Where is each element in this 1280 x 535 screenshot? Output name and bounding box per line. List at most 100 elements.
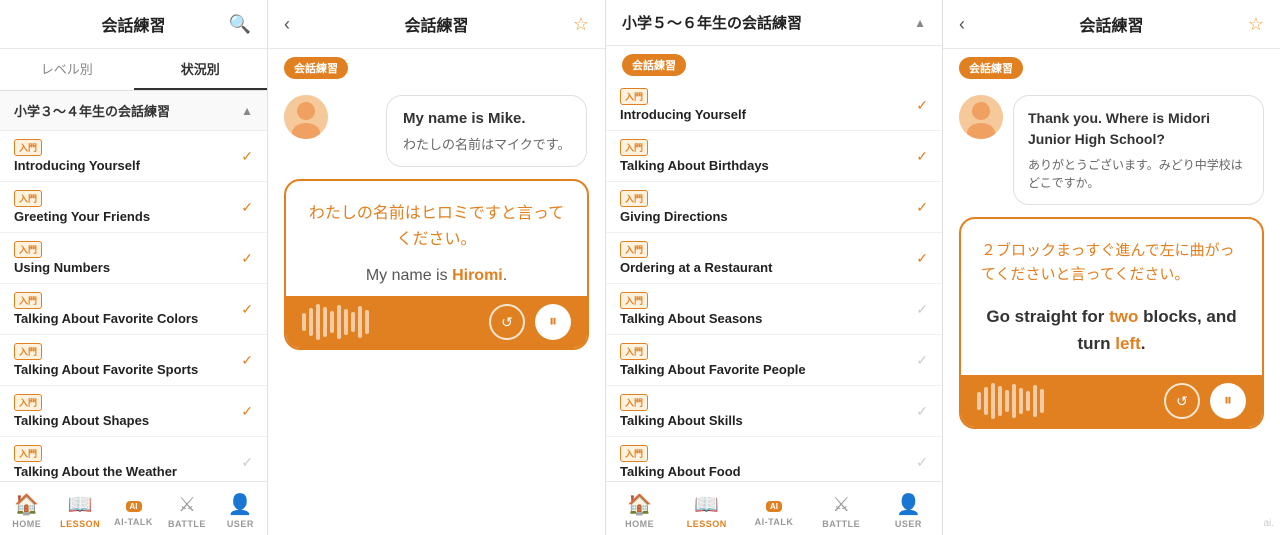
panel1-title: 会話練習: [101, 12, 165, 36]
lesson-level: 入門: [14, 139, 42, 156]
avatar: [284, 95, 328, 139]
lesson-title: Introducing Yourself: [14, 158, 140, 173]
nav-user[interactable]: 👤 USER: [214, 488, 267, 533]
list-item[interactable]: 入門 Giving Directions ✓: [606, 182, 942, 233]
lesson-title: Talking About the Weather: [14, 464, 177, 479]
refresh-button[interactable]: ↺: [489, 304, 525, 340]
refresh-button[interactable]: ↺: [1164, 383, 1200, 419]
pause-button[interactable]: ⏸: [1210, 383, 1246, 419]
panel1-bottom-nav: 🏠 HOME 📖 LESSON AI AI-TALK ⚔ BATTLE 👤 US…: [0, 481, 267, 535]
lesson-level: 入門: [620, 394, 648, 411]
lesson-title: Talking About Favorite Colors: [14, 311, 198, 326]
list-item[interactable]: 入門 Talking About the Weather ✓: [0, 437, 267, 481]
wave-bar: [977, 392, 981, 410]
nav-lesson[interactable]: 📖 LESSON: [673, 488, 740, 533]
list-item[interactable]: 入門 Talking About Favorite People ✓: [606, 335, 942, 386]
list-item[interactable]: 入門 Talking About Skills ✓: [606, 386, 942, 437]
lesson-level: 入門: [14, 445, 42, 462]
user-icon: 👤: [896, 492, 921, 517]
list-item[interactable]: 入門 Talking About Food ✓: [606, 437, 942, 481]
panel4-title: 会話練習: [1079, 12, 1143, 36]
waveform: [977, 383, 1156, 419]
list-item[interactable]: 入門 Talking About Seasons ✓: [606, 284, 942, 335]
list-item[interactable]: 入門 Using Numbers ✓: [0, 233, 267, 284]
home-icon: 🏠: [627, 492, 652, 517]
list-item[interactable]: 入門 Ordering at a Restaurant ✓: [606, 233, 942, 284]
lesson-level: 入門: [620, 190, 648, 207]
directions-speech-en: Thank you. Where is Midori Junior High S…: [1028, 108, 1249, 150]
nav-battle[interactable]: ⚔ BATTLE: [160, 488, 213, 533]
check-icon: ✓: [916, 250, 928, 267]
directions-en: Go straight for two blocks, and turn lef…: [981, 303, 1242, 357]
panel2-badge-row: 会話練習: [268, 49, 605, 83]
panel3-header: 小学５～６年生の会話練習 ▲: [606, 0, 942, 46]
list-item[interactable]: 入門 Talking About Favorite Sports ✓: [0, 335, 267, 386]
panel3-lesson-list: 入門 Introducing Yourself ✓ 入門 Talking Abo…: [606, 80, 942, 481]
lesson-title: Ordering at a Restaurant: [620, 260, 772, 275]
nav-home[interactable]: 🏠 HOME: [606, 488, 673, 533]
nav-battle[interactable]: ⚔ BATTLE: [808, 488, 875, 533]
practice-jp: わたしの名前はヒロミですと言ってください。: [306, 201, 567, 252]
wave-bar: [323, 307, 327, 337]
check-icon: ✓: [916, 454, 928, 471]
lesson-title: Talking About Favorite People: [620, 362, 806, 377]
nav-lesson[interactable]: 📖 LESSON: [53, 488, 106, 533]
panel2-header: ‹ 会話練習 ☆: [268, 0, 605, 49]
watermark: ai.: [1263, 518, 1274, 529]
list-item[interactable]: 入門 Greeting Your Friends ✓: [0, 182, 267, 233]
nav-ai-talk[interactable]: AI AI-TALK: [107, 488, 160, 533]
panel4-speech-bubble: Thank you. Where is Midori Junior High S…: [1013, 95, 1264, 205]
wave-bar: [1005, 390, 1009, 412]
directions-highlight2: left: [1115, 334, 1141, 353]
panel4-badge: 会話練習: [959, 57, 1023, 79]
list-item[interactable]: 入門 Introducing Yourself ✓: [606, 80, 942, 131]
wave-bar: [365, 310, 369, 334]
list-item[interactable]: 入門 Talking About Birthdays ✓: [606, 131, 942, 182]
ai-talk-icon: AI: [126, 492, 142, 515]
search-icon[interactable]: 🔍: [229, 14, 251, 35]
list-item[interactable]: 入門 Talking About Shapes ✓: [0, 386, 267, 437]
lesson-title: Giving Directions: [620, 209, 728, 224]
battle-icon: ⚔: [178, 492, 196, 517]
nav-home[interactable]: 🏠 HOME: [0, 488, 53, 533]
directions-speech-jp: ありがとうございます。みどり中学校はどこですか。: [1028, 156, 1249, 192]
tab-situation[interactable]: 状況別: [134, 49, 268, 90]
check-icon: ✓: [916, 301, 928, 318]
list-item[interactable]: 入門 Introducing Yourself ✓: [0, 131, 267, 182]
star-icon[interactable]: ☆: [1248, 14, 1264, 35]
wave-bar: [1033, 385, 1037, 417]
check-icon: ✓: [241, 454, 253, 471]
practice-en-pre: My name is: [366, 267, 452, 284]
nav-ai-talk[interactable]: AI AI-TALK: [740, 488, 807, 533]
lesson-title: Talking About Birthdays: [620, 158, 769, 173]
tab-level[interactable]: レベル別: [0, 49, 134, 90]
list-item[interactable]: 入門 Talking About Favorite Colors ✓: [0, 284, 267, 335]
panel4-header: ‹ 会話練習 ☆: [943, 0, 1280, 49]
pause-button[interactable]: ⏸: [535, 304, 571, 340]
panel2-title: 会話練習: [404, 12, 468, 36]
check-icon: ✓: [916, 403, 928, 420]
lesson-title: Introducing Yourself: [620, 107, 746, 122]
wave-bar: [316, 304, 320, 340]
star-icon[interactable]: ☆: [573, 14, 589, 35]
check-icon: ✓: [241, 199, 253, 216]
back-icon[interactable]: ‹: [284, 14, 290, 35]
audio-bar: ↺ ⏸: [961, 375, 1262, 427]
lesson-level: 入門: [14, 343, 42, 360]
check-icon: ✓: [916, 352, 928, 369]
panel2-convo-section: My name is Mike. わたしの名前はマイクです。 わたしの名前はヒロ…: [268, 83, 605, 535]
lesson-level: 入門: [620, 88, 648, 105]
wave-bar: [302, 313, 306, 331]
check-icon: ✓: [241, 148, 253, 165]
panel-course-list: 小学５～６年生の会話練習 ▲ 会話練習 入門 Introducing Yours…: [606, 0, 943, 535]
nav-user[interactable]: 👤 USER: [875, 488, 942, 533]
directions-en-suffix: .: [1141, 334, 1146, 353]
panel1-section-header[interactable]: 小学３～４年生の会話練習 ▲: [0, 91, 267, 131]
panel3-bottom-nav: 🏠 HOME 📖 LESSON AI AI-TALK ⚔ BATTLE 👤 US…: [606, 481, 942, 535]
practice-en: My name is Hiromi.: [306, 264, 567, 288]
wave-bar: [1012, 384, 1016, 418]
home-icon: 🏠: [14, 492, 39, 517]
panel1-tabs: レベル別 状況別: [0, 49, 267, 91]
panel-conversation: ‹ 会話練習 ☆ 会話練習 My name is Mike. わたしの名前はマイ…: [268, 0, 606, 535]
back-icon[interactable]: ‹: [959, 14, 965, 35]
